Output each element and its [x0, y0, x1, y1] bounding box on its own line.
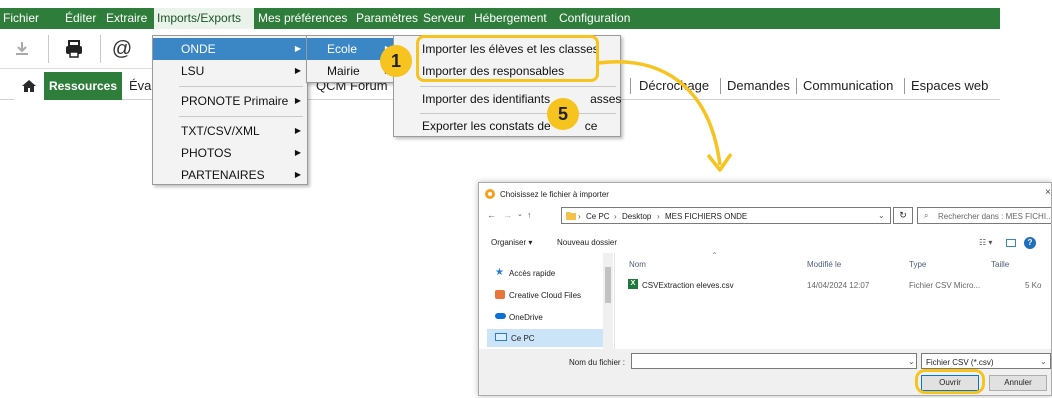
- step-badge-5: 5: [547, 98, 579, 130]
- menu-item-partenaires[interactable]: PARTENAIRES ▶: [153, 164, 307, 186]
- breadcrumb-ce-pc[interactable]: Ce PC: [586, 212, 610, 221]
- view-options-icon[interactable]: ☷ ▾: [979, 238, 992, 247]
- close-icon[interactable]: ×: [1045, 187, 1051, 198]
- new-folder-button[interactable]: Nouveau dossier: [557, 238, 617, 247]
- highlight-open-button: [915, 369, 985, 394]
- menu-item-importer-identifiants[interactable]: Importer des identifiants asses: [394, 88, 621, 110]
- organize-button[interactable]: Organiser ▾: [491, 238, 532, 247]
- refresh-icon[interactable]: ↻: [893, 207, 913, 224]
- home-icon[interactable]: [14, 72, 44, 100]
- menu-item-pronote-primaire[interactable]: PRONOTE Primaire ▶: [153, 90, 307, 112]
- email-icon[interactable]: @: [106, 35, 138, 63]
- dialog-title-bar: Choisissez le fichier à importer ×: [479, 183, 1051, 205]
- tab-ressources[interactable]: Ressources: [44, 72, 122, 100]
- filename-label: Nom du fichier :: [569, 358, 626, 367]
- cloud-icon: [495, 313, 506, 319]
- search-input[interactable]: ⌕ Rechercher dans : MES FICHI...: [917, 207, 1051, 224]
- nav-scrollbar[interactable]: [603, 253, 613, 349]
- chevron-down-icon[interactable]: ⌄: [517, 210, 523, 218]
- file-type: Fichier CSV Micro...: [909, 281, 981, 290]
- column-name[interactable]: Nom: [629, 260, 646, 269]
- chevron-down-icon: ⌄: [1040, 357, 1047, 366]
- nav-item-ce-pc[interactable]: Ce PC: [487, 329, 607, 347]
- download-icon[interactable]: [6, 35, 38, 63]
- preview-pane-icon[interactable]: [1006, 239, 1016, 247]
- menu-hebergement[interactable]: Hébergement: [471, 8, 550, 29]
- menu-item-onde[interactable]: ONDE ▶: [153, 38, 307, 60]
- star-icon: ★: [495, 267, 504, 278]
- print-icon[interactable]: [58, 35, 90, 63]
- menu-mes-preferences[interactable]: Mes préférences: [255, 8, 350, 29]
- sort-icon: ⌃: [711, 251, 718, 260]
- tab-espaces-web[interactable]: Espaces web: [906, 72, 993, 100]
- menu-serveur[interactable]: Serveur: [420, 8, 468, 29]
- filetype-select[interactable]: Fichier CSV (*.csv) ⌄: [921, 353, 1051, 369]
- breadcrumb-desktop[interactable]: Desktop: [622, 212, 651, 221]
- tab-communication[interactable]: Communication: [798, 72, 898, 100]
- menu-bar: Fichier Éditer Extraire Imports/Exports …: [0, 8, 1000, 29]
- computer-icon: [495, 333, 507, 341]
- file-name: CSVExtraction eleves.csv: [642, 281, 734, 290]
- callout-arrow-icon: [597, 60, 733, 172]
- menu-imports-exports[interactable]: Imports/Exports: [154, 8, 254, 29]
- dialog-title: Choisissez le fichier à importer: [500, 190, 609, 199]
- folder-icon: [566, 212, 576, 220]
- file-size: 5 Ko: [1025, 281, 1042, 290]
- file-open-dialog: Choisissez le fichier à importer × ← → ⌄…: [478, 182, 1052, 396]
- nav-pane: ★ Accès rapide Creative Cloud Files OneD…: [479, 253, 615, 349]
- breadcrumb-mes-fichiers-onde[interactable]: MES FICHIERS ONDE: [665, 212, 747, 221]
- highlight-import-items: [416, 35, 599, 82]
- imports-exports-menu: ONDE ▶ LSU ▶ PRONOTE Primaire ▶ TXT/CSV/XML…: [152, 35, 308, 185]
- menu-editer[interactable]: Éditer: [62, 8, 99, 29]
- csv-file-icon: X: [628, 279, 638, 289]
- file-row[interactable]: X CSVExtraction eleves.csv 14/04/2024 12…: [625, 277, 1051, 293]
- search-icon: ⌕: [924, 211, 929, 220]
- filename-input[interactable]: ⌄: [631, 353, 917, 369]
- menu-extraire[interactable]: Extraire: [103, 8, 150, 29]
- menu-item-txt-csv-xml[interactable]: TXT/CSV/XML ▶: [153, 120, 307, 142]
- column-type[interactable]: Type: [909, 260, 926, 269]
- step-badge-1: 1: [380, 45, 412, 77]
- up-arrow-icon[interactable]: ↑: [527, 210, 532, 220]
- cancel-button[interactable]: Annuler: [989, 375, 1047, 391]
- menu-item-lsu[interactable]: LSU ▶: [153, 60, 307, 82]
- creative-cloud-icon: [495, 290, 505, 299]
- menu-item-photos[interactable]: PHOTOS ▶: [153, 142, 307, 164]
- column-modified[interactable]: Modifié le: [807, 260, 841, 269]
- back-arrow-icon[interactable]: ←: [487, 210, 496, 220]
- address-bar[interactable]: › Ce PC › Desktop › MES FICHIERS ONDE ⌄: [561, 207, 891, 224]
- column-size[interactable]: Taille: [991, 260, 1009, 269]
- menu-fichier[interactable]: Fichier: [0, 8, 42, 29]
- toolbar: @: [0, 31, 152, 69]
- menu-configuration[interactable]: Configuration: [556, 8, 633, 29]
- menu-parametres[interactable]: Paramètres: [353, 8, 421, 29]
- chevron-down-icon[interactable]: ⌄: [878, 211, 885, 220]
- chevron-down-icon: ⌄: [908, 357, 915, 366]
- menu-item-exporter-constats[interactable]: Exporter les constats de ce: [394, 115, 620, 137]
- app-icon: [485, 189, 495, 199]
- help-icon[interactable]: ?: [1024, 237, 1036, 249]
- forward-arrow-icon[interactable]: →: [503, 210, 512, 220]
- file-modified: 14/04/2024 12:07: [807, 281, 870, 290]
